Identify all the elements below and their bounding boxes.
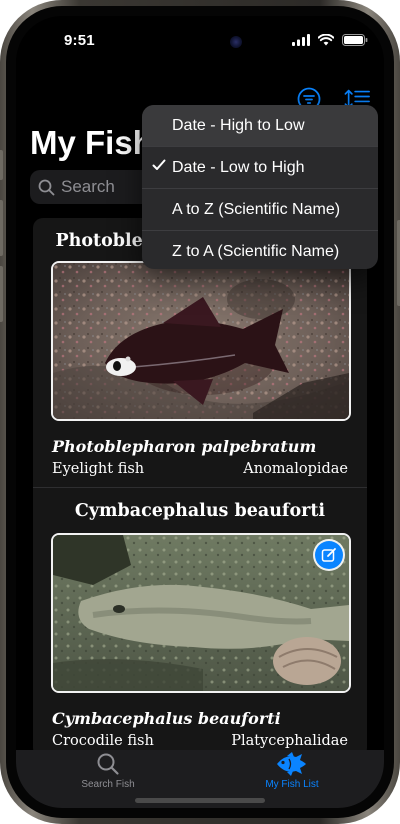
checkmark-icon [152, 159, 166, 170]
scientific-name: Photoblepharon palpebratum [52, 437, 317, 456]
wifi-icon [318, 34, 334, 46]
list-item[interactable]: Cymbacephalus beauforti Cymbacephalus be… [33, 488, 367, 758]
eyelight-fish-photo [53, 263, 349, 419]
tab-label: Search Fish [81, 779, 135, 790]
menu-item-label: Z to A (Scientific Name) [172, 243, 340, 260]
front-camera [230, 36, 242, 48]
search-placeholder: Search [61, 177, 115, 196]
action-button [0, 150, 3, 180]
edit-icon [321, 548, 336, 562]
battery-icon [342, 34, 368, 46]
fish-list[interactable]: Photoblepharon palpebratum [33, 218, 367, 758]
menu-item-z-to-a[interactable]: Z to A (Scientific Name) [142, 231, 378, 269]
status-time: 9:51 [64, 32, 95, 49]
menu-item-date-high-to-low[interactable]: Date - High to Low [142, 105, 378, 146]
common-name: Crocodile fish [52, 733, 154, 749]
status-bar: 9:51 [16, 16, 384, 68]
volume-down-button [0, 266, 3, 322]
status-icons [292, 34, 368, 46]
edit-button[interactable] [315, 541, 343, 569]
menu-item-label: Date - High to Low [172, 117, 305, 134]
tab-search-fish[interactable]: Search Fish [38, 752, 178, 790]
screen: 9:51 My Fish Search Photoblepharon Photo… [16, 16, 384, 808]
card-title: Cymbacephalus beauforti [74, 501, 326, 521]
page-title: My Fish [30, 124, 153, 161]
magnifier-icon [97, 753, 119, 775]
cellular-signal-icon [292, 34, 310, 46]
phone-frame: 9:51 My Fish Search Photoblepharon Photo… [0, 0, 400, 824]
fish-photo[interactable] [51, 533, 351, 693]
tab-label: My Fish List [265, 779, 319, 790]
search-icon [38, 179, 55, 195]
home-indicator [135, 798, 265, 803]
sort-menu: Date - High to Low Date - Low to High A … [142, 105, 378, 269]
family-name: Platycephalidae [231, 733, 348, 749]
menu-item-label: A to Z (Scientific Name) [172, 201, 341, 218]
family-name: Anomalopidae [243, 461, 348, 477]
fish-icon [277, 752, 306, 776]
menu-item-label: Date - Low to High [172, 159, 305, 176]
menu-item-date-low-to-high[interactable]: Date - Low to High [142, 147, 378, 188]
tab-my-fish-list[interactable]: My Fish List [222, 752, 362, 790]
menu-item-a-to-z[interactable]: A to Z (Scientific Name) [142, 189, 378, 230]
fish-photo[interactable] [51, 261, 351, 421]
common-name: Eyelight fish [52, 461, 145, 477]
volume-up-button [0, 200, 3, 256]
crocodile-fish-photo [53, 535, 349, 691]
scientific-name: Cymbacephalus beauforti [52, 709, 281, 728]
